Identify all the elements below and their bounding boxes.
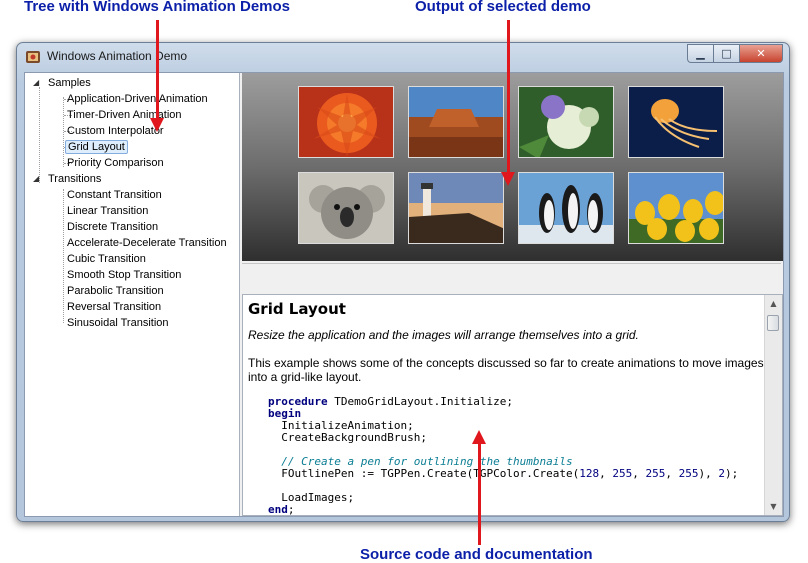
tree-item-grid-layout[interactable]: Grid Layout xyxy=(65,139,128,155)
doc-title: Grid Layout xyxy=(248,300,346,318)
app-icon xyxy=(26,51,40,63)
minimize-icon: ▁ xyxy=(696,47,705,60)
code-number: 255 xyxy=(678,467,699,480)
tree-item-label: Reversal Transition xyxy=(67,301,162,313)
tree-item-label: Sinusoidal Transition xyxy=(67,317,169,329)
tree-item-cubic-transition[interactable]: Cubic Transition xyxy=(65,251,148,267)
code-number: 128 xyxy=(579,467,600,480)
code-text: TDemoGridLayout.Initialize; xyxy=(327,395,514,408)
tree-item-smooth-stop-transition[interactable]: Smooth Stop Transition xyxy=(65,267,183,283)
thumbnail-lighthouse xyxy=(408,172,504,244)
tree-group-samples[interactable]: ◢ Samples xyxy=(33,75,93,91)
tree-item-label: Linear Transition xyxy=(67,205,149,217)
thumbnail-penguins xyxy=(518,172,614,244)
code-number: 255 xyxy=(645,467,666,480)
tree-item-label: Constant Transition xyxy=(67,189,162,201)
scroll-up-icon[interactable]: ▲ xyxy=(765,295,782,312)
maximize-icon: □ xyxy=(721,47,732,60)
arrow-output-shaft xyxy=(507,20,510,174)
expand-arrow-icon[interactable]: ◢ xyxy=(33,174,42,183)
tree-item-reversal-transition[interactable]: Reversal Transition xyxy=(65,299,163,315)
tree-item-label: Grid Layout xyxy=(65,140,128,154)
tree-group-label: Transitions xyxy=(48,173,102,185)
tree-item-label: Priority Comparison xyxy=(67,157,164,169)
demo-tree[interactable]: ◢ Samples Application-Driven Animation T… xyxy=(25,73,240,516)
tree-item-label: Accelerate-Decelerate Transition xyxy=(67,237,227,249)
tree-item-application-driven[interactable]: Application-Driven Animation xyxy=(65,91,210,107)
tree-item-discrete-transition[interactable]: Discrete Transition xyxy=(65,219,160,235)
code-text: CreateBackgroundBrush; xyxy=(268,431,427,444)
tree-item-accelerate-decelerate-transition[interactable]: Accelerate-Decelerate Transition xyxy=(65,235,229,251)
arrow-source-shaft xyxy=(478,443,481,545)
close-button[interactable]: ✕ xyxy=(739,44,783,63)
thumbnail-tulips xyxy=(628,172,724,244)
tree-item-parabolic-transition[interactable]: Parabolic Transition xyxy=(65,283,166,299)
tree-item-linear-transition[interactable]: Linear Transition xyxy=(65,203,150,219)
code-text: ; xyxy=(287,503,295,516)
callout-output-label: Output of selected demo xyxy=(415,0,591,15)
arrow-tree-shaft xyxy=(156,20,159,120)
demo-output-panel xyxy=(242,73,783,261)
tree-item-sinusoidal-transition[interactable]: Sinusoidal Transition xyxy=(65,315,171,331)
thumbnail-koala xyxy=(298,172,394,244)
maximize-button[interactable]: □ xyxy=(713,44,739,63)
documentation-panel[interactable]: Grid Layout Resize the application and t… xyxy=(242,294,783,516)
code-number: 255 xyxy=(612,467,633,480)
app-window: Windows Animation Demo ▁ □ ✕ ◢ Samples A… xyxy=(16,42,790,522)
tree-guide-line xyxy=(63,97,64,167)
arrow-down-icon xyxy=(150,118,164,132)
thumbnail-white-hydrangea xyxy=(518,86,614,158)
vertical-scrollbar[interactable]: ▲ ▼ xyxy=(764,295,782,515)
tree-item-label: Application-Driven Animation xyxy=(67,93,208,105)
tree-item-priority-comparison[interactable]: Priority Comparison xyxy=(65,155,166,171)
code-keyword: end xyxy=(268,503,288,516)
code-block: procedure TDemoGridLayout.Initialize; be… xyxy=(268,395,739,516)
arrow-up-icon xyxy=(472,430,486,444)
code-text: FOutlinePen := TGPPen.Create(TGPColor.Cr… xyxy=(268,467,580,480)
title-bar[interactable]: Windows Animation Demo ▁ □ ✕ xyxy=(17,43,789,71)
tree-group-transitions[interactable]: ◢ Transitions xyxy=(33,171,103,187)
tree-group-label: Samples xyxy=(48,77,91,89)
expand-arrow-icon[interactable]: ◢ xyxy=(33,78,42,87)
thumbnail-desert-butte xyxy=(408,86,504,158)
caption-buttons: ▁ □ ✕ xyxy=(687,44,783,63)
callout-tree-label: Tree with Windows Animation Demos xyxy=(24,0,291,15)
tree-guide-line xyxy=(63,189,64,323)
code-number: 2 xyxy=(718,467,726,480)
window-title: Windows Animation Demo xyxy=(47,49,188,63)
callout-source-label: Source code and documentation xyxy=(360,546,593,563)
tree-item-label: Discrete Transition xyxy=(67,221,159,233)
arrow-down-icon xyxy=(501,172,515,186)
thumbnail-jellyfish xyxy=(628,86,724,158)
tree-guide-line xyxy=(39,87,40,183)
panel-splitter[interactable] xyxy=(242,263,781,295)
tree-item-label: Smooth Stop Transition xyxy=(67,269,182,281)
client-area: ◢ Samples Application-Driven Animation T… xyxy=(24,72,784,517)
tree-item-label: Timer-Driven Animation xyxy=(67,109,182,121)
doc-body: This example shows some of the concepts … xyxy=(248,356,764,384)
close-icon: ✕ xyxy=(756,47,766,60)
doc-intro: Resize the application and the images wi… xyxy=(248,328,639,342)
scroll-down-icon[interactable]: ▼ xyxy=(765,498,782,515)
minimize-button[interactable]: ▁ xyxy=(687,44,713,63)
tree-item-timer-driven[interactable]: Timer-Driven Animation xyxy=(65,107,184,123)
thumbnail-orange-flower xyxy=(298,86,394,158)
scrollbar-thumb[interactable] xyxy=(767,315,779,331)
tree-item-label: Parabolic Transition xyxy=(67,285,164,297)
tree-item-constant-transition[interactable]: Constant Transition xyxy=(65,187,164,203)
tree-item-label: Cubic Transition xyxy=(67,253,146,265)
